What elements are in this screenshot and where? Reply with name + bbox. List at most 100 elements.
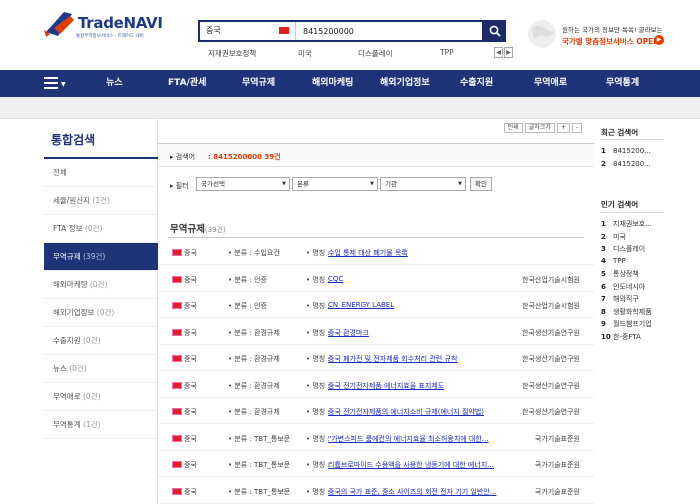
tradenavi-logo[interactable]: TradeNAVI 통합무역정보서비스 · 트레이드 내비 — [44, 6, 163, 42]
country-filter-select[interactable]: 국가선택 ▼ — [196, 177, 290, 191]
row-organization: 한국생산기술연구원 — [522, 355, 580, 363]
sidebar-item-export-support[interactable]: 수출지원 (0건) — [44, 327, 158, 355]
main-nav: ▼ 뉴스 FTA/관세 무역규제 해외마케팅 해외기업정보 수출지원 무역애로 … — [0, 70, 700, 97]
logo-text: TradeNAVI — [78, 14, 163, 32]
china-flag-icon — [172, 275, 182, 283]
table-row[interactable]: 중국 • 분류 : 환경규제 • 명칭 : 중국 폐가전 및 전자제품 회수처리 관련… — [158, 345, 594, 371]
keyword-link[interactable]: 미국 — [298, 48, 312, 59]
nav-item-trade-barrier[interactable]: 무역애로 — [534, 70, 567, 97]
recommended-keywords: 지재권보호정책 미국 디스플레이 TPP — [198, 48, 518, 60]
table-row[interactable]: 중국 • 분류 : 인증 • 명칭 : CN_ENERGY LABEL 한국산업기술시험… — [158, 292, 594, 318]
row-country: 중국 — [184, 381, 197, 390]
recent-search-item[interactable]: 2 8415200... — [601, 160, 651, 168]
font-increase-button[interactable]: + — [556, 123, 570, 133]
sub-bar — [0, 97, 700, 119]
nav-item-news[interactable]: 뉴스 — [106, 70, 123, 97]
logo-text-navi: NAVI — [123, 14, 163, 32]
left-sidebar: 통합검색 전체 세율/원산지 (1건) FTA 정보 (0건) 무역규제 (39… — [44, 119, 158, 504]
search-button[interactable] — [484, 20, 506, 42]
nav-item-overseas-company[interactable]: 해외기업정보 — [380, 70, 430, 97]
sidebar-item-marketing[interactable]: 해외마케팅 (0건) — [44, 271, 158, 299]
chevron-down-icon: ▼ — [282, 181, 286, 187]
popular-search-item[interactable]: 10 한-중FTA — [601, 332, 641, 342]
popular-search-item[interactable]: 5 통상정책 — [601, 269, 639, 279]
keyword-link[interactable]: TPP — [440, 48, 454, 57]
row-title-label: • 명칭 : — [306, 487, 330, 496]
row-title-label: • 명칭 : — [306, 275, 330, 284]
sidebar-item-news[interactable]: 뉴스 (0건) — [44, 355, 158, 383]
row-title-link[interactable]: 수입 통제 대상 폐기물 목록 — [328, 248, 504, 258]
row-title-link[interactable]: 중국 전기전자제품의 에너지소비 규제(에너지 절약법) — [328, 407, 504, 417]
category-filter-select[interactable]: 분류 ▼ — [292, 177, 378, 191]
table-row[interactable]: 중국 • 분류 : TBT_통보문 • 명칭 : 리튬브로마이드 수용액을 사용한 냉… — [158, 451, 594, 477]
divider — [600, 212, 664, 213]
popular-search-item[interactable]: 9 월드챔프기업 — [601, 319, 652, 329]
sidebar-item-trade-barrier[interactable]: 무역애로 (0건) — [44, 383, 158, 411]
table-row[interactable]: 중국 • 분류 : 인증 • 명칭 : CQC 한국산업기술시험원 — [158, 266, 594, 292]
row-category: • 분류 : 인증 — [228, 302, 267, 310]
nav-item-fta[interactable]: FTA/관세 — [168, 70, 206, 97]
row-title-link[interactable]: 중국 폐가전 및 전자제품 회수처리 관련 규칙 — [328, 354, 504, 364]
popular-search-item[interactable]: 8 생활화학제품 — [601, 307, 652, 317]
row-title-label: • 명칭 : — [306, 355, 330, 363]
row-organization: 국가기술표준원 — [534, 434, 580, 443]
recent-search-item[interactable]: 1 8415200... — [601, 147, 651, 155]
nav-item-trade-regulation[interactable]: 무역규제 — [242, 70, 275, 97]
keyword-link[interactable]: 지재권보호정책 — [208, 48, 256, 59]
table-row[interactable]: 중국 • 분류 : 수입요건 • 명칭 : 수입 통제 대상 폐기물 목록 — [158, 239, 594, 265]
table-row[interactable]: 중국 • 분류 : 환경규제 • 명칭 : 중국 전기전자제품의 에너지소비 규제(에… — [158, 398, 594, 424]
row-country: 중국 — [184, 461, 197, 469]
divider — [168, 237, 584, 238]
nav-item-overseas-marketing[interactable]: 해외마케팅 — [312, 70, 353, 97]
china-flag-icon — [172, 381, 182, 389]
search-summary-value: : 8415200000 39건 — [208, 153, 281, 161]
search-input[interactable] — [297, 22, 483, 40]
sidebar-item-trade-stats[interactable]: 무역통계 (1건) — [44, 411, 158, 439]
row-title-link[interactable]: 중국의 국가 표준, 중소 사이즈의 회전 전자 기기 일반안... — [328, 487, 504, 497]
sidebar-item-trade-regulation[interactable]: 무역규제 (39건) — [44, 243, 158, 271]
row-category: • 분류 : 환경규제 — [228, 355, 280, 363]
nav-item-trade-stats[interactable]: 무역통계 — [606, 70, 639, 97]
font-decrease-button[interactable]: - — [571, 123, 582, 133]
table-row[interactable]: 중국 • 분류 : 환경규제 • 명칭 : 중국 환경마크 한국생산기술연구원 — [158, 319, 594, 345]
row-title-link[interactable]: CN_ENERGY LABEL — [328, 301, 504, 309]
agency-filter-select[interactable]: 기관 ▼ — [380, 177, 466, 191]
sidebar-item-company[interactable]: 해외기업정보 (0건) — [44, 299, 158, 327]
popular-search-item[interactable]: 2 미국 — [601, 232, 626, 242]
row-title-link[interactable]: CQC — [328, 275, 504, 283]
nav-item-export-support[interactable]: 수출지원 — [460, 70, 493, 97]
row-country: 중국 — [184, 434, 197, 443]
country-select[interactable]: 중국 — [200, 22, 296, 40]
row-title-link[interactable]: 중국 환경마크 — [328, 328, 504, 338]
row-title-label: • 명칭 : — [306, 302, 330, 310]
prev-keyword-icon[interactable]: ◀ — [494, 47, 503, 58]
keyword-link[interactable]: 디스플레이 — [358, 48, 393, 59]
font-size-label: 글자크기 — [524, 123, 555, 133]
row-category: • 분류 : 인증 — [228, 275, 267, 284]
sidebar-item-tariff[interactable]: 세율/원산지 (1건) — [44, 187, 158, 215]
row-title-link[interactable]: "가변스피드 룸에컨의 에너지효율 최소허용치에 대한... — [328, 434, 504, 444]
table-row[interactable]: 중국 • 분류 : 환경규제 • 명칭 : 중국 전기전자제품 에너지효율 표지제도 한… — [158, 372, 594, 398]
row-title-link[interactable]: 중국 전기전자제품 에너지효율 표지제도 — [328, 381, 504, 391]
filter-confirm-button[interactable]: 확인 — [470, 177, 492, 191]
sidebar-title: 통합검색 — [51, 133, 96, 147]
table-row[interactable]: 중국 • 분류 : TBT_통보문 • 명칭 : "가변스피드 룸에컨의 에너지효율 … — [158, 425, 594, 451]
sidebar-item-all[interactable]: 전체 — [44, 159, 158, 187]
row-title-link[interactable]: 리튬브로마이드 수용액을 사용한 냉동기에 대한 에너지... — [328, 460, 504, 470]
next-keyword-icon[interactable]: ▶ — [504, 47, 513, 58]
search-summary-label: ▸ 검색어 — [170, 153, 196, 161]
popular-search-item[interactable]: 3 디스플레이 — [601, 244, 645, 254]
row-organization: 국가기술표준원 — [534, 461, 580, 469]
promo-banner[interactable]: 원하는 국가의 정보만 쏙쏙! 골라보는 국가별 맞춤정보서비스 OPEN ▶ — [524, 18, 684, 54]
popular-search-item[interactable]: 7 해외직구 — [601, 294, 639, 304]
popular-search-item[interactable]: 4 TPP — [601, 257, 626, 265]
print-button[interactable]: 인쇄 — [503, 123, 523, 133]
table-row[interactable]: 중국 • 분류 : TBT_통보문 • 명칭 : 중국의 국가 표준, 중소 사이즈의… — [158, 478, 594, 504]
china-flag-icon — [279, 27, 289, 34]
row-country: 중국 — [184, 487, 197, 496]
popular-search-item[interactable]: 1 지재권보호... — [601, 219, 652, 229]
sidebar-item-fta[interactable]: FTA 정보 (0건) — [44, 215, 158, 243]
row-country: 중국 — [184, 408, 197, 416]
hamburger-menu-icon[interactable]: ▼ — [44, 77, 66, 91]
popular-search-item[interactable]: 6 인도네시아 — [601, 282, 645, 292]
